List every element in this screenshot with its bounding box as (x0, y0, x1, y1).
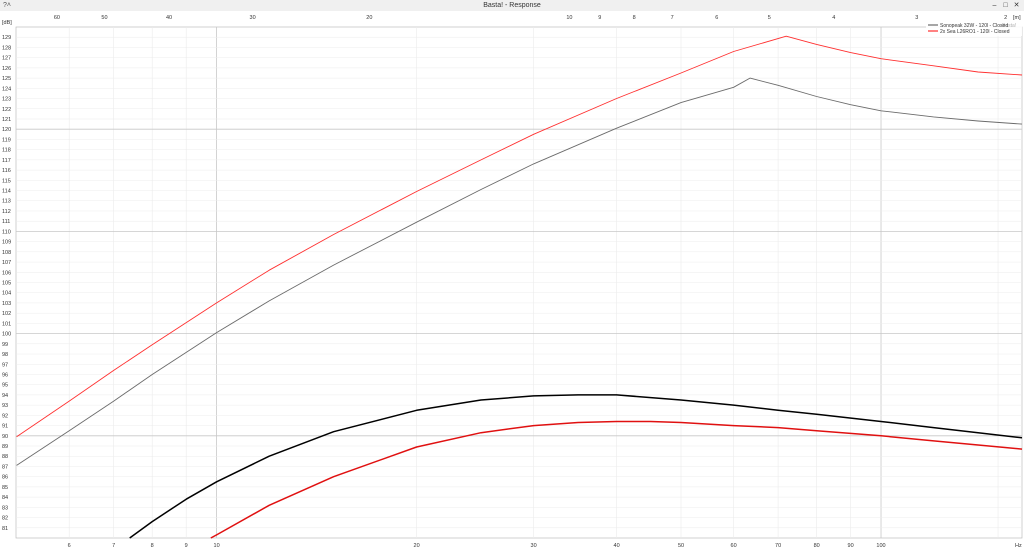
top-tick-label: 40 (166, 15, 172, 21)
y-tick-label: 84 (2, 495, 8, 501)
y-tick-label: 124 (2, 86, 11, 92)
y-tick-label: 119 (2, 137, 11, 143)
x-tick-label: 100 (876, 543, 885, 549)
top-tick-label: 5 (768, 15, 771, 21)
y-tick-label: 89 (2, 444, 8, 450)
y-tick-label: 81 (2, 526, 8, 532)
y-tick-label: 108 (2, 250, 11, 256)
y-tick-label: 107 (2, 260, 11, 266)
top-tick-label: 7 (671, 15, 674, 21)
y-tick-label: 118 (2, 148, 11, 154)
y-tick-label: 114 (2, 189, 11, 195)
top-axis-unit: [m] (1013, 15, 1021, 21)
x-tick-label: 9 (185, 543, 188, 549)
y-tick-label: 104 (2, 291, 11, 297)
y-tick-label: 129 (2, 35, 11, 41)
y-tick-label: 116 (2, 168, 11, 174)
y-tick-label: 88 (2, 454, 8, 460)
window-controls: – □ ✕ (989, 0, 1022, 11)
x-tick-label: 40 (614, 543, 620, 549)
close-button[interactable]: ✕ (1011, 0, 1022, 11)
y-tick-label: 117 (2, 158, 11, 164)
chart-background (0, 11, 1024, 552)
x-axis-label: Hz (1015, 543, 1022, 549)
y-tick-label: 115 (2, 178, 11, 184)
top-tick-label: 4 (832, 15, 835, 21)
top-tick-label: 9 (598, 15, 601, 21)
y-tick-label: 91 (2, 424, 8, 430)
window-title: Basta! - Response (483, 2, 541, 9)
y-tick-label: 121 (2, 117, 11, 123)
top-tick-label: 8 (633, 15, 636, 21)
y-tick-label: 87 (2, 464, 8, 470)
x-tick-label: 90 (848, 543, 854, 549)
x-tick-label: 30 (531, 543, 537, 549)
top-tick-label: 50 (101, 15, 107, 21)
y-tick-label: 95 (2, 383, 8, 389)
minimize-button[interactable]: – (989, 0, 1000, 11)
y-tick-label: 127 (2, 56, 11, 62)
y-tick-label: 105 (2, 281, 11, 287)
y-tick-label: 93 (2, 403, 8, 409)
y-tick-label: 125 (2, 76, 11, 82)
y-tick-label: 126 (2, 66, 11, 72)
y-tick-label: 83 (2, 505, 8, 511)
x-tick-label: 7 (112, 543, 115, 549)
x-tick-label: 50 (678, 543, 684, 549)
response-chart: [dB] Hz [m] 8182838485868788899091929394… (0, 11, 1024, 552)
restore-button[interactable]: □ (1000, 0, 1011, 11)
y-tick-label: 120 (2, 127, 11, 133)
y-tick-label: 128 (2, 45, 11, 51)
y-tick-label: 92 (2, 413, 8, 419)
legend-label: 2x Sea L26RO1 - 120l - Closed (940, 29, 1010, 35)
y-tick-label: 99 (2, 342, 8, 348)
x-tick-label: 70 (775, 543, 781, 549)
y-tick-label: 112 (2, 209, 11, 215)
x-tick-label: 6 (68, 543, 71, 549)
x-tick-label: 8 (151, 543, 154, 549)
y-tick-label: 101 (2, 321, 11, 327)
y-tick-label: 96 (2, 372, 8, 378)
top-tick-label: 60 (54, 15, 60, 21)
y-tick-label: 82 (2, 516, 8, 522)
top-tick-label: 2 (1004, 15, 1007, 21)
y-tick-label: 100 (2, 332, 11, 338)
y-tick-label: 110 (2, 229, 11, 235)
y-tick-label: 86 (2, 475, 8, 481)
x-tick-label: 20 (414, 543, 420, 549)
x-tick-label: 80 (814, 543, 820, 549)
top-tick-label: 20 (366, 15, 372, 21)
top-tick-label: 6 (715, 15, 718, 21)
y-tick-label: 106 (2, 270, 11, 276)
top-tick-label: 10 (566, 15, 572, 21)
top-tick-label: 30 (250, 15, 256, 21)
x-tick-label: 60 (731, 543, 737, 549)
legend: Basta! Sonopeak 32W - 120l - Closed2x Se… (926, 22, 1022, 36)
y-tick-label: 103 (2, 301, 11, 307)
y-tick-label: 122 (2, 107, 11, 113)
y-tick-label: 94 (2, 393, 8, 399)
y-tick-label: 97 (2, 362, 8, 368)
y-tick-label: 102 (2, 311, 11, 317)
y-tick-label: 98 (2, 352, 8, 358)
y-tick-label: 90 (2, 434, 8, 440)
x-tick-label: 10 (214, 543, 220, 549)
y-tick-label: 85 (2, 485, 8, 491)
y-tick-label: 109 (2, 240, 11, 246)
y-tick-label: 123 (2, 97, 11, 103)
y-axis-label: [dB] (2, 20, 12, 26)
top-tick-label: 3 (915, 15, 918, 21)
y-tick-label: 113 (2, 199, 11, 205)
y-tick-label: 111 (2, 219, 10, 225)
